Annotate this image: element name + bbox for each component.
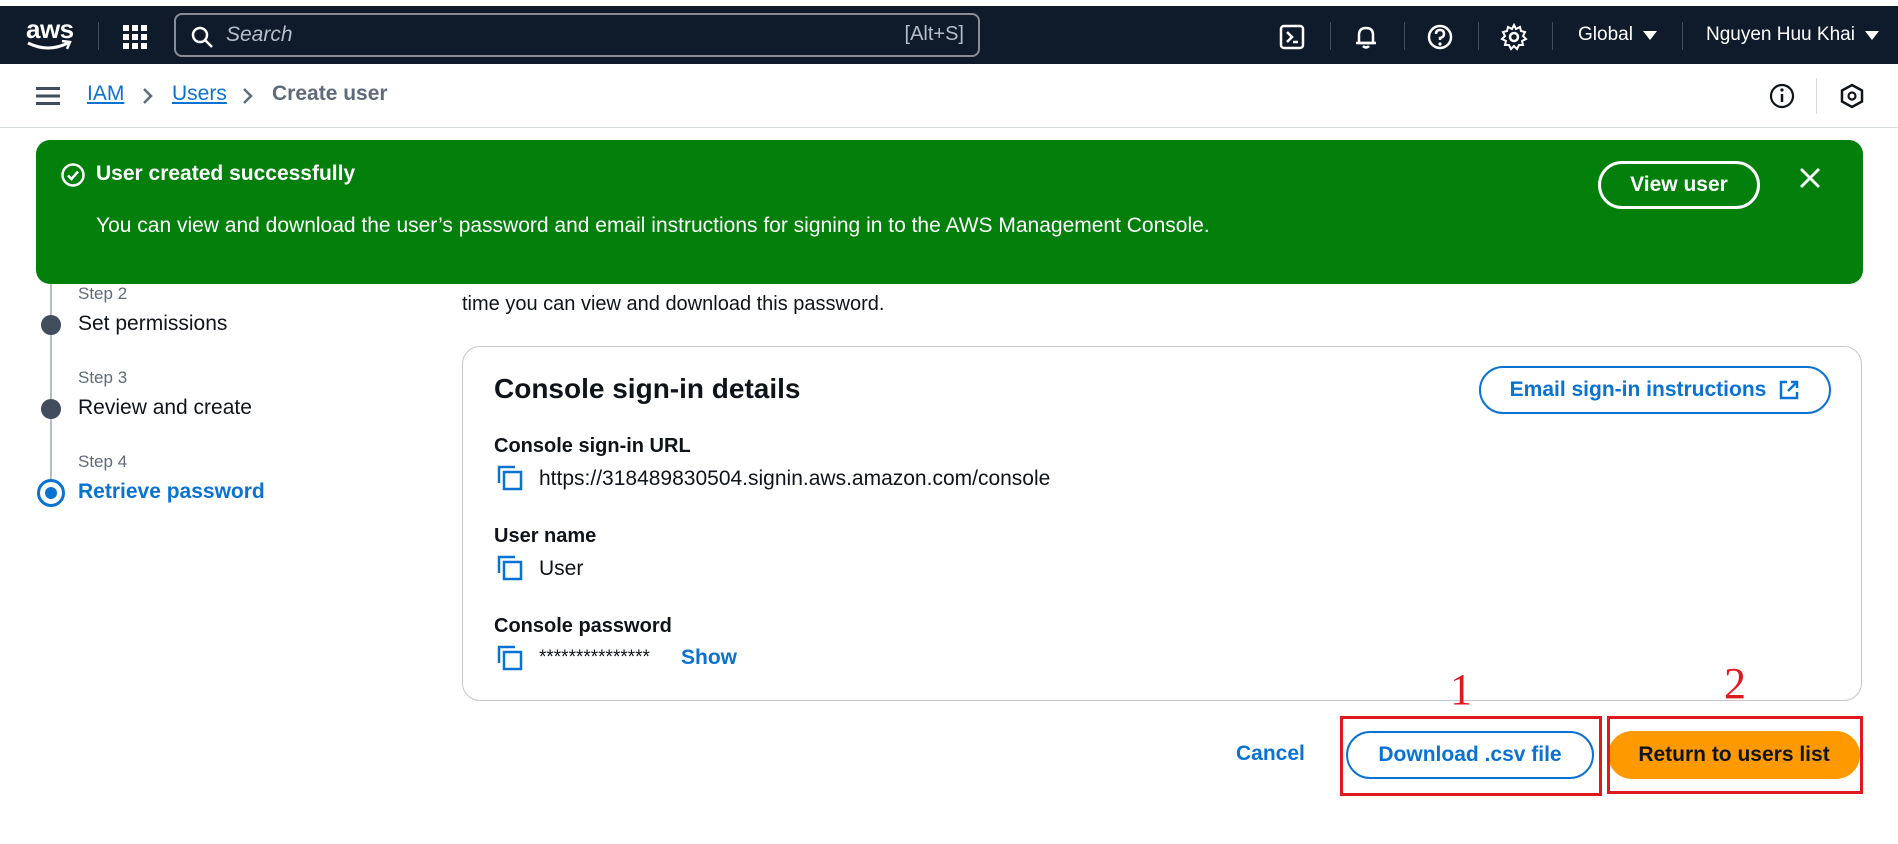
step-2-title[interactable]: Set permissions <box>78 312 227 336</box>
console-password-value: *************** <box>539 647 650 668</box>
region-selector[interactable]: Global <box>1578 24 1657 46</box>
user-name-value: User <box>539 557 584 580</box>
view-user-button[interactable]: View user <box>1598 161 1760 209</box>
account-menu[interactable]: Nguyen Huu Khai <box>1706 24 1879 46</box>
close-icon[interactable] <box>1798 166 1822 190</box>
divider <box>98 22 99 50</box>
menu-icon[interactable] <box>36 86 60 106</box>
step-3-title[interactable]: Review and create <box>78 396 252 420</box>
divider <box>1330 22 1331 50</box>
step-4-label: Step 4 <box>78 452 128 471</box>
search-bar[interactable]: [Alt+S] <box>174 13 980 57</box>
divider <box>1816 78 1817 114</box>
help-icon[interactable] <box>1426 23 1454 51</box>
step-2-marker <box>41 315 61 335</box>
user-name-label: User name <box>494 525 597 547</box>
step-4-title: Retrieve password <box>78 480 265 503</box>
annotation-number-1: 1 <box>1450 665 1472 714</box>
breadcrumb-current: Create user <box>272 82 388 105</box>
top-navigation-bar: aws [Alt+S] <box>0 6 1898 64</box>
success-check-icon <box>61 163 85 187</box>
console-password-label: Console password <box>494 615 672 637</box>
search-shortcut: [Alt+S] <box>904 23 964 45</box>
step-2-label: Step 2 <box>78 284 128 303</box>
divider <box>1552 22 1553 50</box>
email-sign-in-instructions-button[interactable]: Email sign-in instructions <box>1479 366 1831 414</box>
apps-grid-icon[interactable] <box>122 24 148 50</box>
aws-logo[interactable]: aws <box>24 14 76 54</box>
cancel-button[interactable]: Cancel <box>1236 742 1305 766</box>
gear-icon[interactable] <box>1500 23 1528 51</box>
banner-message: You can view and download the user’s pas… <box>96 214 1210 237</box>
sign-in-url-label: Console sign-in URL <box>494 435 691 457</box>
caret-down-icon <box>1642 30 1657 40</box>
password-note-text: time you can view and download this pass… <box>462 293 885 315</box>
step-4-marker-active <box>37 479 65 507</box>
banner-title: User created successfully <box>96 162 356 185</box>
sign-in-url-value: https://318489830504.signin.aws.amazon.c… <box>539 467 1051 490</box>
search-icon <box>191 26 213 48</box>
cloudshell-icon[interactable] <box>1278 23 1306 51</box>
breadcrumb-bar: IAM Users Create user <box>0 64 1898 128</box>
aws-smile-icon <box>27 40 72 50</box>
feedback-hexagon-icon[interactable] <box>1838 82 1866 110</box>
steps-line <box>50 284 52 484</box>
copy-icon[interactable] <box>497 465 523 491</box>
step-3-marker <box>41 399 61 419</box>
divider <box>1404 22 1405 50</box>
info-icon[interactable] <box>1768 82 1796 110</box>
annotation-box-2 <box>1607 716 1863 794</box>
step-3-label: Step 3 <box>78 368 128 387</box>
breadcrumb-iam[interactable]: IAM <box>87 82 124 106</box>
annotation-box-1 <box>1340 716 1602 796</box>
copy-icon[interactable] <box>497 555 523 581</box>
copy-icon[interactable] <box>497 645 523 671</box>
region-label: Global <box>1578 24 1633 45</box>
annotation-number-2: 2 <box>1724 659 1746 708</box>
chevron-right-icon <box>243 88 253 104</box>
external-link-icon <box>1780 380 1799 400</box>
account-name: Nguyen Huu Khai <box>1706 24 1855 45</box>
divider <box>1478 22 1479 50</box>
bell-icon[interactable] <box>1352 23 1380 51</box>
breadcrumb-users[interactable]: Users <box>172 82 227 106</box>
search-input[interactable] <box>226 21 826 49</box>
chevron-right-icon <box>143 88 153 104</box>
divider <box>1682 22 1683 50</box>
card-title: Console sign-in details <box>494 373 801 404</box>
console-sign-in-details-card: Console sign-in details Email sign-in in… <box>462 346 1862 701</box>
show-password-link[interactable]: Show <box>681 646 737 670</box>
caret-down-icon <box>1864 30 1879 40</box>
email-button-label: Email sign-in instructions <box>1509 378 1767 401</box>
success-banner: User created successfully You can view a… <box>36 140 1863 284</box>
